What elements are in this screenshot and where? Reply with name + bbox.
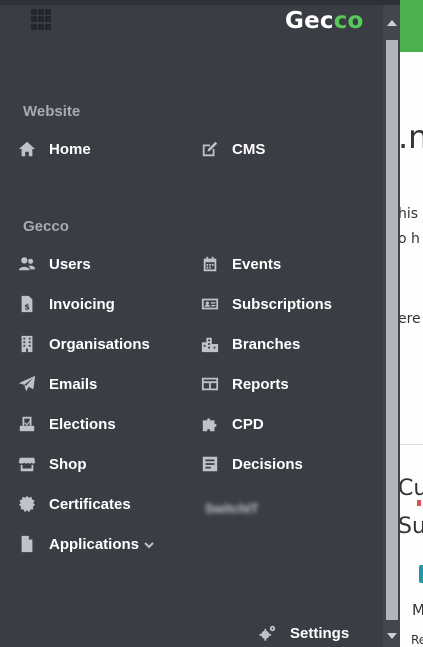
menu-label: CMS	[232, 140, 266, 158]
menu-label: Invoicing	[49, 295, 115, 313]
menu-item-cpd[interactable]: CPD	[200, 413, 264, 435]
menu-label: CPD	[232, 415, 264, 433]
background-divider	[400, 444, 423, 445]
list-box-icon	[200, 455, 220, 473]
background-subheading: Cur	[400, 476, 423, 501]
menu-item-cms[interactable]: CMS	[200, 138, 265, 160]
menu-label: Settings	[290, 624, 350, 642]
navigation-drawer: Gecco Website Home CMS Gecco Users Event…	[0, 5, 383, 647]
scroll-down-arrow-icon[interactable]	[386, 630, 398, 642]
menu-label: Branches	[232, 335, 301, 353]
file-icon	[17, 535, 37, 553]
menu-item-invoicing[interactable]: $ Invoicing	[17, 293, 115, 315]
background-text: ere	[400, 311, 421, 327]
menu-item-elections[interactable]: Elections	[17, 413, 116, 435]
background-text: o h	[400, 231, 420, 247]
svg-text:$: $	[24, 301, 30, 311]
menu-label: Organisations	[49, 335, 150, 353]
menu-item-subscriptions[interactable]: Subscriptions	[200, 293, 332, 315]
menu-item-users[interactable]: Users	[17, 253, 91, 275]
users-icon	[17, 255, 37, 273]
invoice-icon: $	[17, 295, 37, 313]
table-icon	[200, 375, 220, 393]
menu-label: Subscriptions	[232, 295, 333, 313]
vote-box-icon	[17, 415, 37, 433]
id-card-icon	[200, 295, 220, 313]
background-button	[419, 565, 423, 583]
section-title-gecco: Gecco	[23, 218, 69, 235]
menu-item-blurred[interactable]: SwitchIT	[205, 501, 258, 516]
home-icon	[17, 140, 37, 158]
menu-item-events[interactable]: Events	[200, 253, 281, 275]
building-icon	[17, 335, 37, 353]
menu-label: Events	[232, 255, 282, 273]
background-text: M	[412, 601, 423, 619]
menu-item-reports[interactable]: Reports	[200, 373, 289, 395]
scroll-up-arrow-icon[interactable]	[386, 17, 398, 29]
chevron-down-icon	[143, 538, 155, 550]
city-icon	[200, 335, 220, 353]
menu-item-branches[interactable]: Branches	[200, 333, 300, 355]
menu-label: Elections	[49, 415, 116, 433]
menu-label: Home	[49, 140, 91, 158]
menu-item-shop[interactable]: Shop	[17, 453, 87, 475]
scrollbar-thumb[interactable]	[386, 40, 398, 620]
background-subheading: Sub	[400, 514, 423, 539]
calendar-icon	[200, 255, 220, 273]
background-header	[400, 0, 423, 52]
menu-item-emails[interactable]: Emails	[17, 373, 97, 395]
background-text: Re	[411, 633, 423, 647]
menu-item-certificates[interactable]: Certificates	[17, 493, 131, 515]
menu-item-home[interactable]: Home	[17, 138, 91, 160]
menu-item-applications[interactable]: Applications	[17, 533, 155, 555]
brand-logo[interactable]: Gecco	[285, 8, 364, 34]
apps-grid-icon[interactable]	[31, 9, 52, 30]
background-mark	[417, 500, 421, 506]
menu-label: Emails	[49, 375, 98, 393]
menu-item-organisations[interactable]: Organisations	[17, 333, 150, 355]
background-page: .n his o h ere Cur Sub M Re	[400, 0, 423, 647]
menu-label: Decisions	[232, 455, 303, 473]
menu-label: Shop	[49, 455, 87, 473]
edit-icon	[200, 140, 220, 158]
menu-label: Applications	[49, 535, 140, 553]
certificate-seal-icon	[17, 495, 37, 513]
menu-item-decisions[interactable]: Decisions	[200, 453, 303, 475]
paper-plane-icon	[17, 375, 37, 393]
gears-icon	[258, 624, 278, 642]
background-text: his	[400, 206, 419, 222]
menu-label: Reports	[232, 375, 289, 393]
menu-label: Certificates	[49, 495, 131, 513]
section-title-website: Website	[23, 103, 81, 120]
background-heading: .n	[400, 118, 423, 156]
store-icon	[17, 455, 37, 473]
puzzle-icon	[200, 415, 220, 433]
menu-item-settings[interactable]: Settings	[258, 622, 349, 644]
menu-label: Users	[49, 255, 91, 273]
